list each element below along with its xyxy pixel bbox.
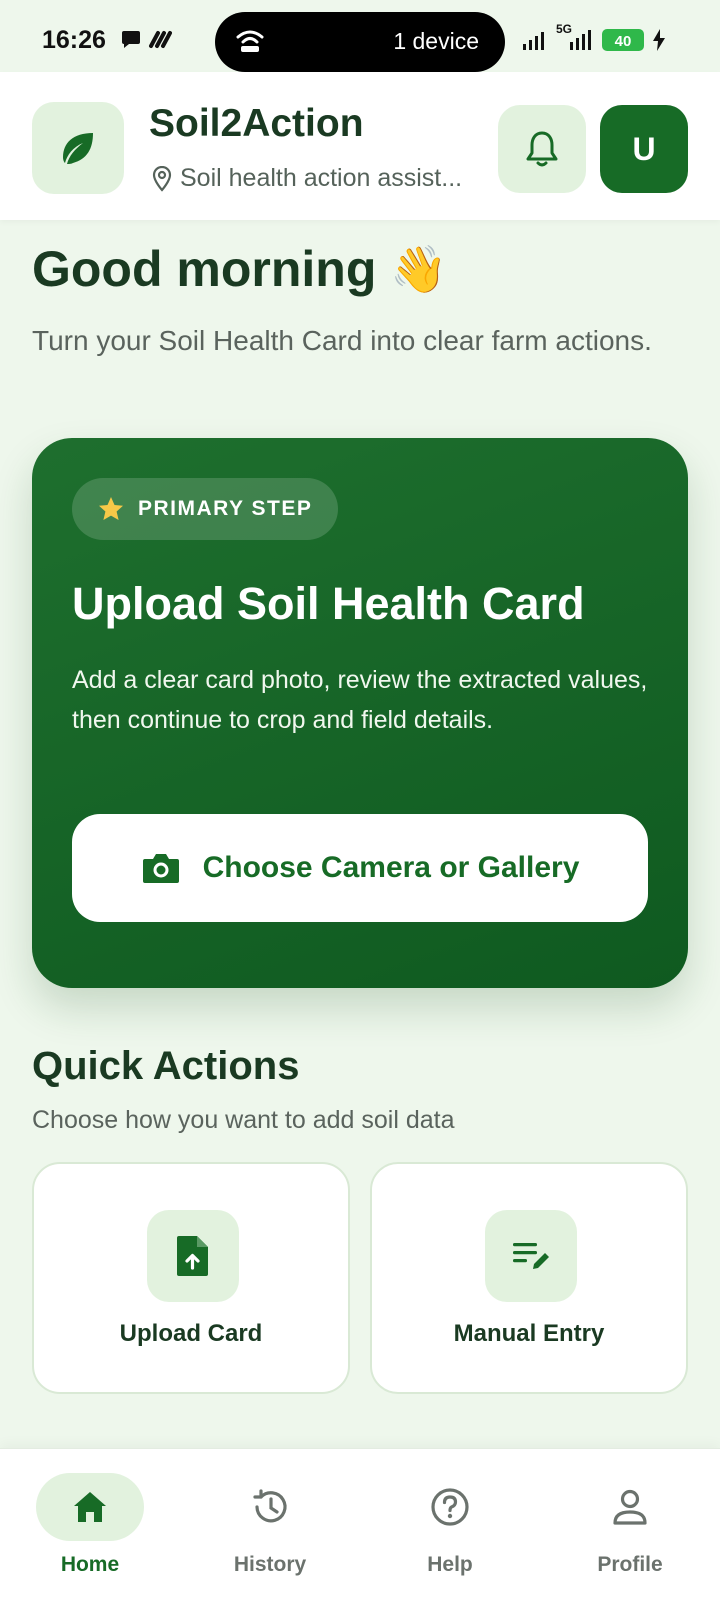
dynamic-island-pill[interactable]: 1 device <box>215 12 505 72</box>
upload-file-icon <box>177 1236 208 1276</box>
waving-hand-emoji: 👋 <box>390 242 448 295</box>
bell-icon <box>526 131 558 167</box>
nav-item-help[interactable]: Help <box>380 1473 520 1583</box>
home-icon <box>74 1492 106 1522</box>
camera-icon <box>142 854 179 883</box>
primary-step-title: Upload Soil Health Card <box>72 578 585 629</box>
status-bar: 16:26 1 device 5G 40 <box>0 0 720 72</box>
upload-card-label: Upload Card <box>119 1320 263 1347</box>
upload-card-button[interactable]: Upload Card <box>32 1162 350 1394</box>
charging-icon <box>653 29 665 51</box>
signal-5g-icon <box>570 30 591 50</box>
quick-actions-title: Quick Actions <box>32 1044 300 1088</box>
nav-home-label: Home <box>60 1553 120 1576</box>
app-subtitle-text: Soil health action assist... <box>180 164 463 192</box>
choose-camera-or-gallery-label: Choose Camera or Gallery <box>202 851 580 884</box>
leaf-icon <box>63 133 93 164</box>
manual-entry-button[interactable]: Manual Entry <box>370 1162 688 1394</box>
greeting-text: Good morning <box>32 241 377 297</box>
edit-list-icon <box>513 1243 549 1269</box>
network-5g-indicator: 5G <box>554 22 594 52</box>
nav-help-label: Help <box>427 1553 473 1576</box>
nav-item-history[interactable]: History <box>200 1473 340 1583</box>
manual-entry-label: Manual Entry <box>453 1320 605 1347</box>
app-notification-icon <box>149 31 172 48</box>
status-notifications <box>120 30 172 50</box>
choose-camera-or-gallery-button[interactable]: Choose Camera or Gallery <box>72 814 648 922</box>
greeting-intro: Turn your Soil Health Card into clear fa… <box>32 325 652 356</box>
status-indicators: 5G 40 <box>522 22 666 52</box>
primary-step-badge: PRIMARY STEP <box>72 478 338 540</box>
profile-icon <box>613 1489 647 1525</box>
primary-step-description: Add a clear card photo, review the extra… <box>72 666 648 734</box>
location-pin-icon <box>152 165 172 192</box>
nav-home-indicator <box>36 1473 144 1541</box>
primary-step-card: PRIMARY STEP Upload Soil Health Card Add… <box>32 438 688 988</box>
help-icon <box>431 1488 469 1526</box>
nav-item-home[interactable]: Home <box>20 1473 160 1583</box>
greeting-heading: Good morning 👋 <box>32 240 448 298</box>
app-logo <box>32 102 124 194</box>
nav-profile-label: Profile <box>597 1553 663 1576</box>
manual-entry-icon-box <box>485 1210 577 1302</box>
pill-text: 1 device <box>393 28 479 54</box>
chat-icon <box>122 31 140 48</box>
battery-indicator: 40 <box>602 29 644 51</box>
quick-actions-subtitle: Choose how you want to add soil data <box>32 1106 455 1134</box>
nav-history-label: History <box>233 1553 307 1576</box>
star-icon <box>99 497 123 520</box>
bottom-navigation: Home History Help Profile <box>0 1448 720 1600</box>
status-time: 16:26 <box>42 26 106 54</box>
app-subtitle: Soil health action assist... <box>152 164 492 193</box>
upload-card-icon-box <box>147 1210 239 1302</box>
primary-step-badge-label: PRIMARY STEP <box>138 497 313 520</box>
signal-icon <box>523 32 544 50</box>
history-icon <box>253 1489 287 1523</box>
nav-item-profile[interactable]: Profile <box>560 1473 700 1583</box>
app-header: Soil2Action Soil health action assist...… <box>0 72 720 220</box>
hotspot-icon <box>236 30 264 52</box>
avatar-button[interactable]: U <box>600 105 688 193</box>
app-title: Soil2Action <box>149 102 364 145</box>
notifications-button[interactable] <box>498 105 586 193</box>
